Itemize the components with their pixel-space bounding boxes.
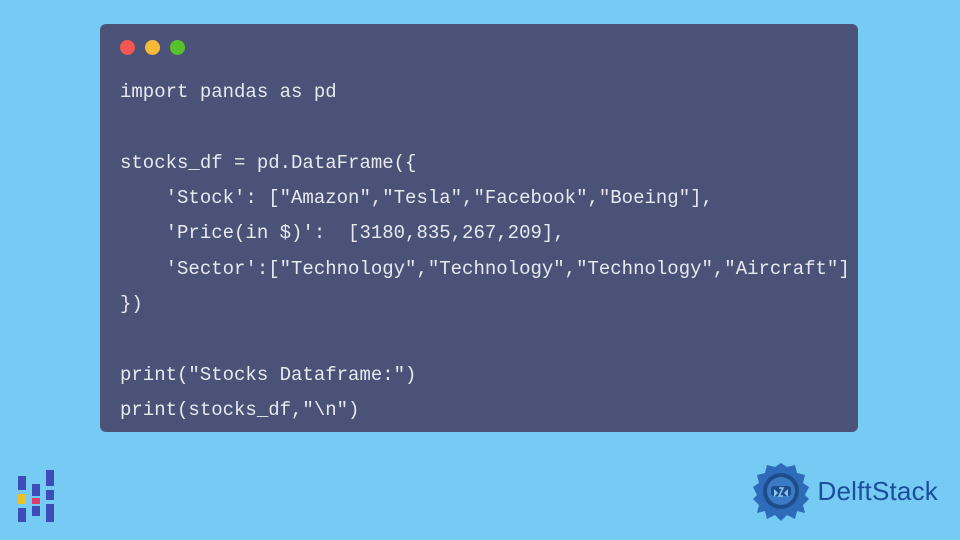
window-controls [120, 40, 838, 55]
maximize-icon [170, 40, 185, 55]
brand-name: DelftStack [818, 476, 939, 507]
gear-badge-icon [750, 460, 812, 522]
code-editor-window: import pandas as pd stocks_df = pd.DataF… [100, 24, 858, 432]
bars-logo-icon [16, 468, 64, 526]
minimize-icon [145, 40, 160, 55]
close-icon [120, 40, 135, 55]
code-content: import pandas as pd stocks_df = pd.DataF… [120, 75, 838, 428]
brand-logo: DelftStack [750, 460, 939, 522]
